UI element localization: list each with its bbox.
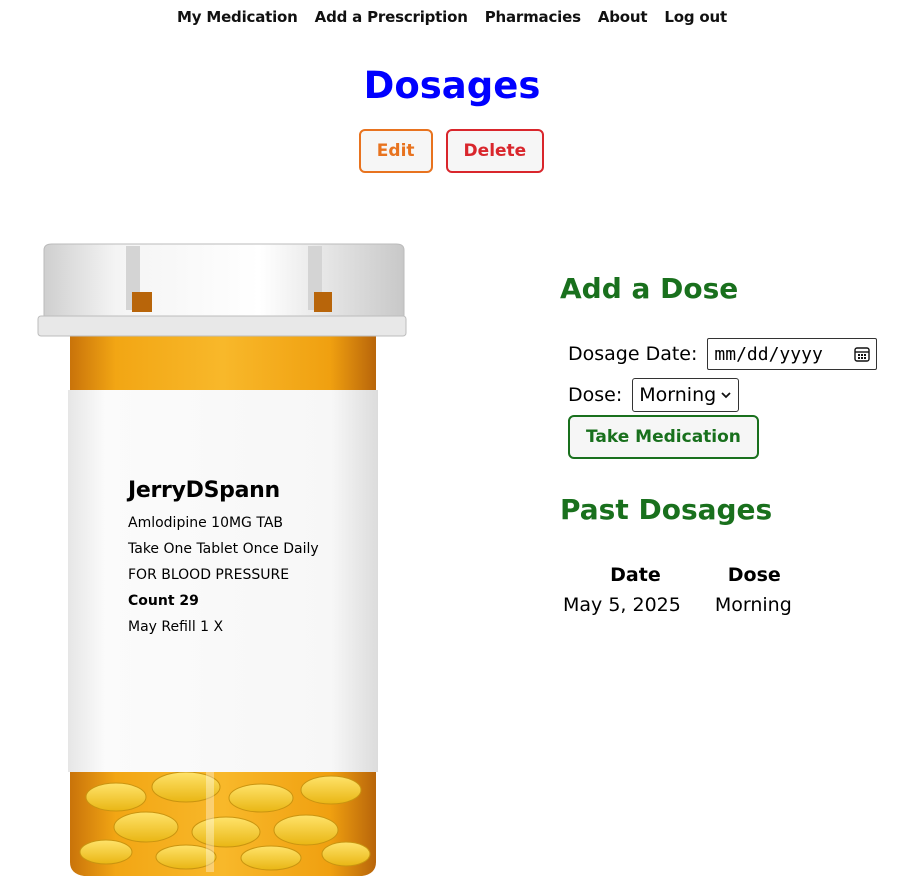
- purpose: FOR BLOOD PRESSURE: [128, 567, 290, 583]
- take-medication-button[interactable]: Take Medication: [568, 415, 759, 459]
- dosage-instructions: Take One Tablet Once Daily: [128, 541, 319, 557]
- dose-time-cell: Morning: [714, 594, 792, 616]
- dosage-date-row: Dosage Date: mm/dd/yyyy: [568, 338, 878, 370]
- table-header-row: Date Dose: [556, 560, 804, 590]
- column-header-date: Date: [610, 564, 661, 586]
- refill-info: May Refill 1 X: [128, 619, 224, 635]
- dosage-date-input[interactable]: mm/dd/yyyy: [707, 338, 878, 370]
- column-header-dose: Dose: [727, 564, 781, 586]
- page-title: Dosages: [363, 64, 541, 107]
- nav-my-medication[interactable]: My Medication: [177, 8, 298, 26]
- patient-name: JerryDSpann: [128, 478, 280, 503]
- dosage-date-label: Dosage Date:: [568, 343, 698, 365]
- dose-row: Dose: Morning: [568, 378, 740, 412]
- dose-selected-value: Morning: [639, 384, 717, 406]
- past-dosages-table: Date Dose May 5, 2025 Morning: [556, 560, 804, 620]
- dose-select[interactable]: Morning: [632, 378, 740, 412]
- past-dosages-heading: Past Dosages: [560, 493, 773, 526]
- pill-bottle-image: JerryDSpann Amlodipine 10MG TAB Take One…: [36, 242, 410, 888]
- dose-label: Dose:: [568, 384, 623, 406]
- dose-date-cell: May 5, 2025: [563, 594, 681, 616]
- chevron-down-icon: [721, 392, 731, 399]
- date-placeholder: mm/dd/yyyy: [714, 343, 823, 365]
- prescription-label: JerryDSpann Amlodipine 10MG TAB Take One…: [128, 478, 328, 643]
- delete-button[interactable]: Delete: [445, 129, 545, 173]
- add-dose-heading: Add a Dose: [560, 272, 739, 305]
- nav-log-out[interactable]: Log out: [664, 8, 727, 26]
- nav-add-prescription[interactable]: Add a Prescription: [315, 8, 468, 26]
- calendar-icon[interactable]: [854, 346, 871, 362]
- nav-about[interactable]: About: [598, 8, 648, 26]
- nav-pharmacies[interactable]: Pharmacies: [485, 8, 581, 26]
- page-actions: Edit Delete: [0, 129, 904, 173]
- edit-button[interactable]: Edit: [358, 129, 433, 173]
- top-nav: My Medication Add a Prescription Pharmac…: [0, 8, 904, 26]
- pill-count: Count 29: [128, 593, 199, 609]
- drug-name: Amlodipine 10MG TAB: [128, 515, 283, 531]
- table-row: May 5, 2025 Morning: [556, 590, 804, 620]
